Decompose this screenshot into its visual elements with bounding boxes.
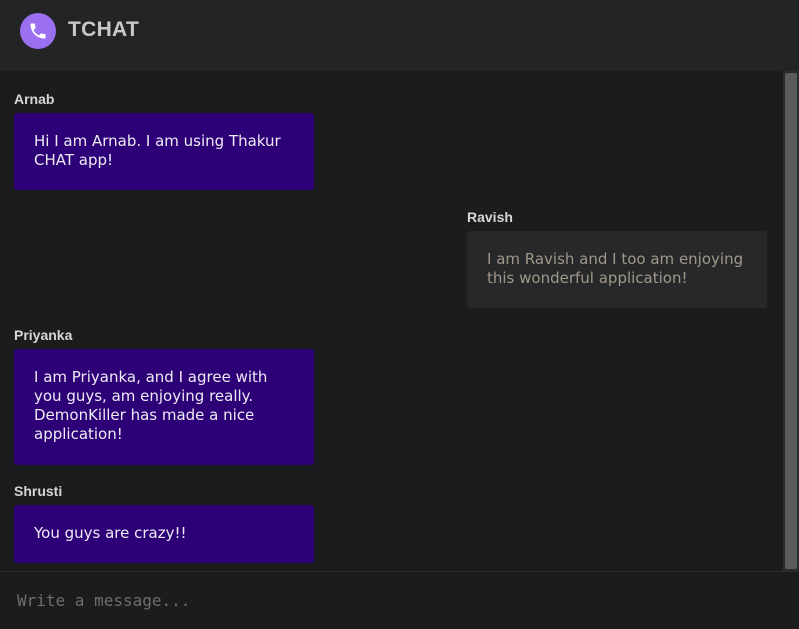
message-item: Ravish I am Ravish and I too am enjoying… — [467, 209, 767, 308]
message-composer — [0, 571, 799, 629]
message-sender: Shrusti — [14, 483, 63, 499]
message-bubble: I am Ravish and I too am enjoying this w… — [467, 231, 767, 308]
message-list[interactable]: Arnab Hi I am Arnab. I am using Thakur C… — [0, 71, 783, 571]
message-item: Priyanka I am Priyanka, and I agree with… — [14, 327, 314, 465]
message-input[interactable] — [0, 572, 799, 629]
message-bubble: Hi I am Arnab. I am using Thakur CHAT ap… — [14, 113, 314, 190]
message-sender: Ravish — [467, 209, 513, 225]
phone-icon — [20, 13, 56, 49]
message-item: Shrusti You guys are crazy!! — [14, 483, 314, 563]
chat-app: TCHAT Arnab Hi I am Arnab. I am using Th… — [0, 0, 799, 629]
scrollbar-thumb[interactable] — [785, 73, 797, 569]
message-list-scrollbar[interactable] — [783, 71, 799, 571]
app-title: TCHAT — [68, 18, 140, 41]
message-bubble: I am Priyanka, and I agree with you guys… — [14, 349, 314, 465]
message-bubble: You guys are crazy!! — [14, 505, 314, 563]
message-sender: Priyanka — [14, 327, 73, 343]
message-sender: Arnab — [14, 91, 55, 107]
app-header: TCHAT — [0, 0, 799, 71]
message-item: Arnab Hi I am Arnab. I am using Thakur C… — [14, 91, 314, 190]
